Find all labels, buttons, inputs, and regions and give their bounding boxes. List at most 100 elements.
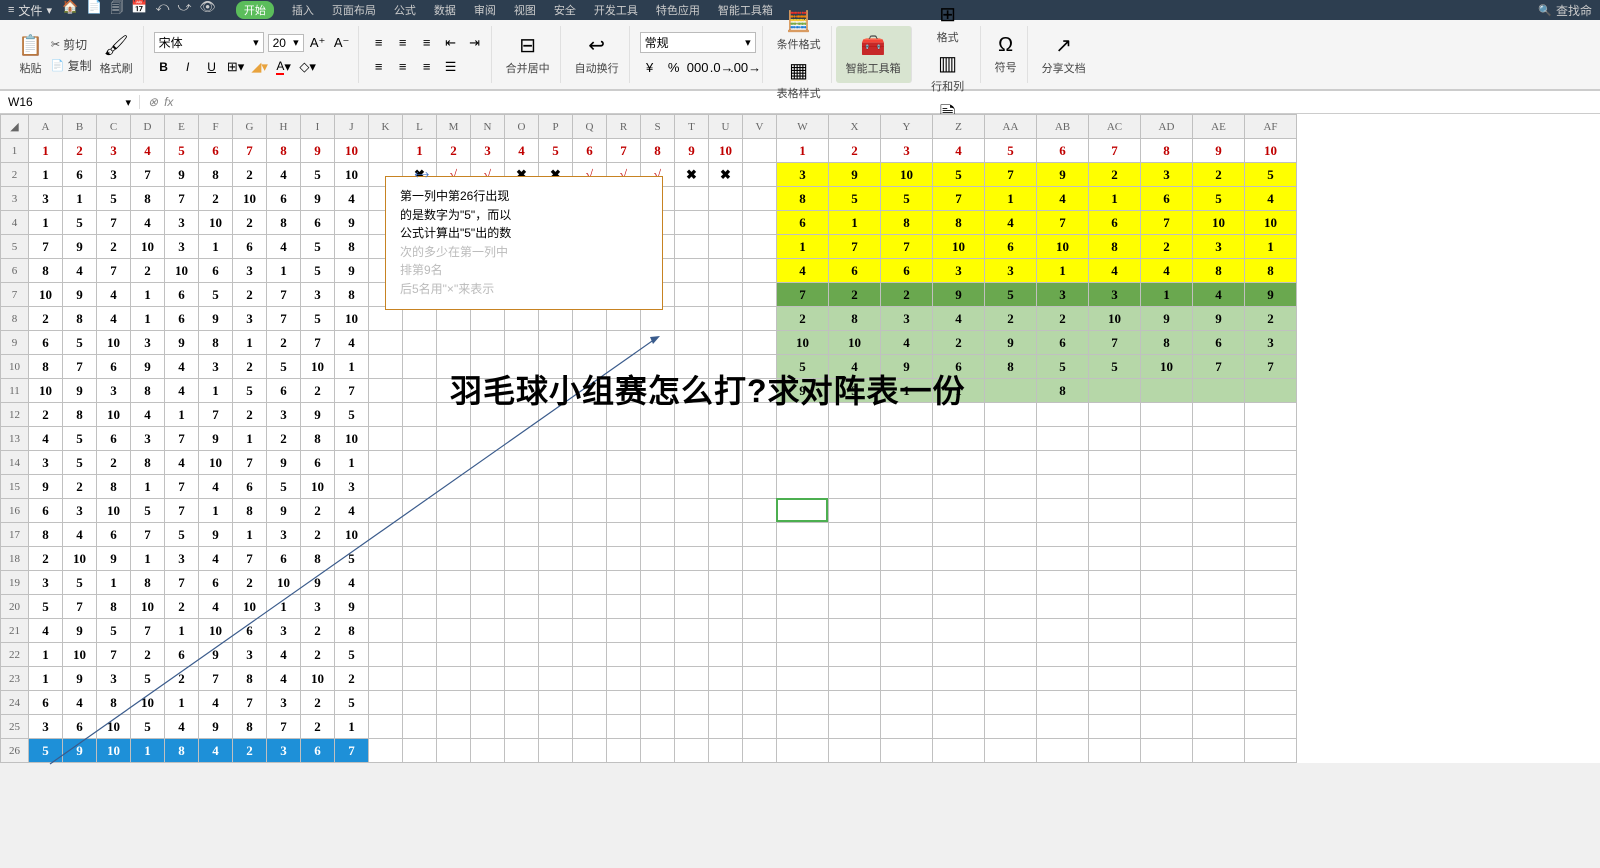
cell[interactable]: 5 (29, 739, 63, 763)
increase-font-button[interactable]: A⁺ (308, 33, 328, 53)
cell[interactable] (1193, 427, 1245, 451)
cell[interactable] (641, 451, 675, 475)
cell[interactable] (675, 259, 709, 283)
cell[interactable]: 10 (301, 667, 335, 691)
cell[interactable] (471, 619, 505, 643)
cell[interactable] (369, 427, 403, 451)
cell[interactable]: 2 (301, 523, 335, 547)
cell[interactable]: 2 (233, 571, 267, 595)
cell[interactable] (573, 667, 607, 691)
col-header[interactable]: H (267, 115, 301, 139)
cell[interactable] (403, 403, 437, 427)
cell[interactable] (641, 547, 675, 571)
cell[interactable] (505, 619, 539, 643)
cell[interactable]: 10 (335, 139, 369, 163)
cell[interactable]: 2 (1245, 307, 1297, 331)
cell[interactable] (369, 691, 403, 715)
cell[interactable]: 2 (301, 715, 335, 739)
number-format-select[interactable]: 常规▾ (640, 32, 756, 53)
cell[interactable]: 2 (437, 139, 471, 163)
cell[interactable]: 7 (165, 427, 199, 451)
borders-button[interactable]: ⊞▾ (226, 57, 246, 77)
cell[interactable]: 8 (1193, 259, 1245, 283)
cell[interactable]: 6 (267, 379, 301, 403)
cell[interactable] (709, 523, 743, 547)
cell[interactable] (641, 715, 675, 739)
cell[interactable] (1089, 715, 1141, 739)
cell[interactable] (1245, 379, 1297, 403)
cell[interactable] (743, 187, 777, 211)
cell[interactable]: 5 (985, 139, 1037, 163)
row-header[interactable]: 4 (1, 211, 29, 235)
cell[interactable]: 4 (63, 523, 97, 547)
cell[interactable]: 5 (63, 427, 97, 451)
cell[interactable]: 10 (1245, 211, 1297, 235)
cell[interactable] (743, 667, 777, 691)
cell[interactable]: 7 (29, 235, 63, 259)
cell[interactable]: 8 (29, 355, 63, 379)
cell[interactable]: 3 (1245, 331, 1297, 355)
cell[interactable] (933, 595, 985, 619)
col-header[interactable]: N (471, 115, 505, 139)
cell[interactable]: 9 (199, 523, 233, 547)
cell[interactable] (1037, 475, 1089, 499)
cell[interactable]: 5 (301, 163, 335, 187)
cell[interactable]: 9 (29, 475, 63, 499)
cell[interactable]: 7 (1089, 139, 1141, 163)
cell[interactable]: 2 (301, 379, 335, 403)
cell[interactable]: 4 (505, 139, 539, 163)
symbol-button[interactable]: Ω符号 (991, 32, 1021, 77)
cell[interactable] (641, 307, 675, 331)
col-header[interactable]: U (709, 115, 743, 139)
percent-button[interactable]: % (664, 57, 684, 77)
cell[interactable] (675, 499, 709, 523)
cell[interactable] (709, 307, 743, 331)
cell[interactable] (709, 595, 743, 619)
cell[interactable]: 1 (165, 691, 199, 715)
col-header[interactable]: P (539, 115, 573, 139)
row-header[interactable]: 12 (1, 403, 29, 427)
cell[interactable] (709, 691, 743, 715)
cell[interactable] (985, 643, 1037, 667)
cell[interactable] (709, 739, 743, 763)
cell[interactable] (743, 571, 777, 595)
cell[interactable]: 10 (933, 235, 985, 259)
cell[interactable]: 9 (199, 307, 233, 331)
cell[interactable] (881, 643, 933, 667)
cell[interactable]: 2 (301, 499, 335, 523)
cell[interactable] (829, 499, 881, 523)
cell[interactable] (437, 571, 471, 595)
tab-view[interactable]: 视图 (514, 2, 536, 18)
cell[interactable]: 4 (1141, 259, 1193, 283)
cell[interactable]: 2 (1037, 307, 1089, 331)
cell[interactable]: 9 (63, 379, 97, 403)
cell[interactable] (1193, 667, 1245, 691)
cell[interactable] (709, 451, 743, 475)
cell[interactable] (369, 379, 403, 403)
cell[interactable] (709, 259, 743, 283)
cell[interactable] (777, 571, 829, 595)
cell[interactable]: 4 (335, 571, 369, 595)
cell[interactable] (709, 235, 743, 259)
cell[interactable]: 8 (165, 739, 199, 763)
cell[interactable] (1193, 571, 1245, 595)
cell[interactable]: 6 (777, 211, 829, 235)
cell[interactable]: 10 (97, 739, 131, 763)
cell[interactable]: 9 (1193, 307, 1245, 331)
cell[interactable] (1089, 739, 1141, 763)
cell[interactable] (829, 739, 881, 763)
cell[interactable] (505, 691, 539, 715)
cell[interactable] (709, 499, 743, 523)
cell[interactable]: 6 (63, 163, 97, 187)
cell[interactable] (539, 643, 573, 667)
cell[interactable] (1089, 379, 1141, 403)
cell[interactable]: 3 (933, 259, 985, 283)
row-header[interactable]: 19 (1, 571, 29, 595)
cell[interactable]: 8 (829, 307, 881, 331)
cell[interactable]: 7 (233, 547, 267, 571)
cell[interactable]: 3 (233, 643, 267, 667)
cell[interactable]: 8 (29, 523, 63, 547)
cell[interactable] (573, 571, 607, 595)
cell[interactable]: 5 (63, 571, 97, 595)
cell[interactable]: 1 (131, 739, 165, 763)
